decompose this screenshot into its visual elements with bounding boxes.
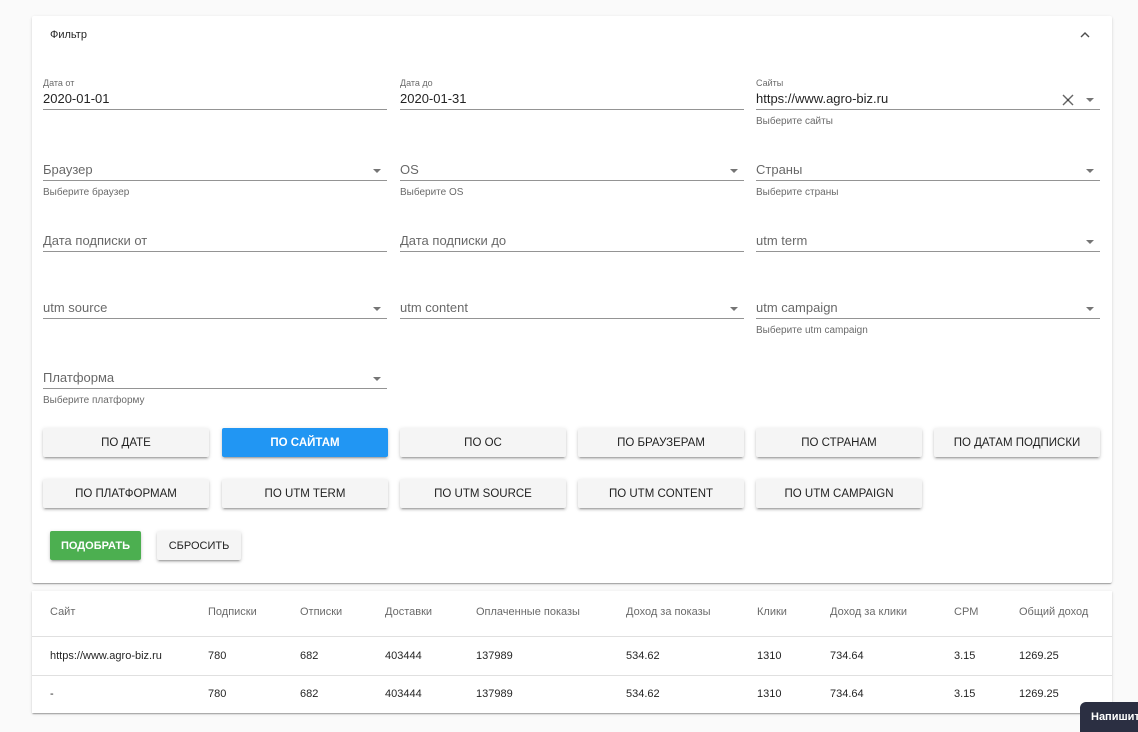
sites-hint: Выберите сайты: [756, 116, 833, 127]
group-by-utm-source-button[interactable]: по utm source: [400, 479, 566, 508]
date-from-field[interactable]: Дата от 2020-01-01: [43, 78, 387, 110]
os-select[interactable]: OS: [400, 159, 744, 181]
dropdown-arrow-icon[interactable]: [1086, 240, 1094, 244]
filter-title: Фильтр: [50, 29, 87, 41]
platform-field[interactable]: Платформа Выберите платформу: [43, 367, 387, 407]
countries-hint: Выберите страны: [756, 187, 839, 198]
column-header[interactable]: CPM: [954, 593, 978, 632]
table-cell: 403444: [385, 688, 422, 700]
table-cell: 682: [300, 688, 319, 700]
utm-source-field[interactable]: utm source: [43, 297, 387, 319]
sub-date-to-field[interactable]: Дата подписки до: [400, 230, 744, 252]
filter-panel: Фильтр Дата от 2020-01-01 Дата до 2020-0…: [32, 16, 1112, 583]
dropdown-arrow-icon[interactable]: [373, 377, 381, 381]
dropdown-arrow-icon[interactable]: [373, 307, 381, 311]
browser-select[interactable]: Браузер: [43, 159, 387, 181]
utm-campaign-select[interactable]: utm campaign: [756, 297, 1100, 319]
table-cell: 1269.25: [1019, 688, 1059, 700]
chevron-up-icon[interactable]: [1078, 28, 1092, 42]
platform-select[interactable]: Платформа: [43, 367, 387, 389]
table-cell: 534.62: [626, 650, 660, 662]
os-hint: Выберите OS: [400, 187, 464, 198]
table-cell: 1310: [757, 688, 782, 700]
group-by-os-button[interactable]: по ос: [400, 428, 566, 457]
table-cell: -: [50, 688, 54, 700]
column-header[interactable]: Отписки: [300, 593, 342, 632]
table-cell: 3.15: [954, 688, 976, 700]
utm-term-field[interactable]: utm term: [756, 230, 1100, 252]
group-by-sub-dates-button[interactable]: по датам подписки: [934, 428, 1100, 457]
countries-select[interactable]: Страны: [756, 159, 1100, 181]
utm-content-select[interactable]: utm content: [400, 297, 744, 319]
column-header[interactable]: Общий доход: [1019, 593, 1088, 632]
date-to-field[interactable]: Дата до 2020-01-31: [400, 78, 744, 110]
table-cell: 734.64: [830, 688, 864, 700]
utm-term-select[interactable]: utm term: [756, 230, 1100, 252]
column-header[interactable]: Доставки: [385, 593, 432, 632]
column-header[interactable]: Доход за клики: [830, 593, 907, 632]
table-cell: 403444: [385, 650, 422, 662]
chat-button[interactable]: Напишите нам: [1080, 702, 1138, 732]
group-by-utm-campaign-button[interactable]: по utm campaign: [756, 479, 922, 508]
utm-content-field[interactable]: utm content: [400, 297, 744, 319]
dropdown-arrow-icon[interactable]: [373, 169, 381, 173]
utm-campaign-field[interactable]: utm campaign Выберите utm campaign: [756, 297, 1100, 337]
dropdown-arrow-icon[interactable]: [730, 169, 738, 173]
group-by-sites-button[interactable]: по сайтам: [222, 428, 388, 457]
date-to-label: Дата до: [400, 78, 433, 88]
results-table: Сайт Подписки Отписки Доставки Оплаченны…: [32, 591, 1112, 713]
sites-label: Сайты: [756, 78, 784, 88]
dropdown-arrow-icon[interactable]: [1086, 307, 1094, 311]
table-cell: 780: [208, 650, 227, 662]
table-header-row: Сайт Подписки Отписки Доставки Оплаченны…: [32, 593, 1112, 637]
date-from-label: Дата от: [43, 78, 75, 88]
column-header[interactable]: Подписки: [208, 593, 257, 632]
sub-date-from-input[interactable]: Дата подписки от: [43, 230, 387, 252]
clear-icon[interactable]: [1062, 94, 1074, 106]
column-header[interactable]: Сайт: [50, 593, 75, 632]
browser-hint: Выберите браузер: [43, 187, 130, 198]
group-by-utm-term-button[interactable]: по utm term: [222, 479, 388, 508]
table-cell: 734.64: [830, 650, 864, 662]
group-by-platforms-button[interactable]: по платформам: [43, 479, 209, 508]
date-from-input[interactable]: 2020-01-01: [43, 88, 387, 110]
utm-campaign-hint: Выберите utm campaign: [756, 325, 868, 336]
table-cell: 534.62: [626, 688, 660, 700]
countries-field[interactable]: Страны Выберите страны: [756, 159, 1100, 199]
table-cell: 682: [300, 650, 319, 662]
group-by-utm-content-button[interactable]: по utm content: [578, 479, 744, 508]
column-header[interactable]: Доход за показы: [626, 593, 711, 632]
os-field[interactable]: OS Выберите OS: [400, 159, 744, 199]
table-row[interactable]: - 780 682 403444 137989 534.62 1310 734.…: [32, 675, 1112, 714]
sub-date-to-input[interactable]: Дата подписки до: [400, 230, 744, 252]
group-by-countries-button[interactable]: по странам: [756, 428, 922, 457]
table-row[interactable]: https://www.agro-biz.ru 780 682 403444 1…: [32, 637, 1112, 676]
sub-date-from-field[interactable]: Дата подписки от: [43, 230, 387, 252]
dropdown-arrow-icon[interactable]: [730, 307, 738, 311]
reset-button[interactable]: Сбросить: [157, 531, 241, 560]
table-cell: 137989: [476, 688, 513, 700]
table-cell: 137989: [476, 650, 513, 662]
column-header[interactable]: Клики: [757, 593, 787, 632]
platform-hint: Выберите платформу: [43, 395, 145, 406]
sites-select[interactable]: https://www.agro-biz.ru: [756, 88, 1100, 110]
column-header[interactable]: Оплаченные показы: [476, 593, 580, 632]
apply-button[interactable]: Подобрать: [50, 531, 141, 560]
date-to-input[interactable]: 2020-01-31: [400, 88, 744, 110]
table-cell: 3.15: [954, 650, 976, 662]
table-cell: https://www.agro-biz.ru: [50, 650, 162, 662]
group-by-date-button[interactable]: по дате: [43, 428, 209, 457]
table-cell: 1310: [757, 650, 782, 662]
dropdown-arrow-icon[interactable]: [1086, 98, 1094, 102]
sites-field[interactable]: Сайты https://www.agro-biz.ru Выберите с…: [756, 78, 1100, 128]
table-cell: 780: [208, 688, 227, 700]
table-cell: 1269.25: [1019, 650, 1059, 662]
browser-field[interactable]: Браузер Выберите браузер: [43, 159, 387, 199]
utm-source-select[interactable]: utm source: [43, 297, 387, 319]
dropdown-arrow-icon[interactable]: [1086, 169, 1094, 173]
group-by-browsers-button[interactable]: по браузерам: [578, 428, 744, 457]
